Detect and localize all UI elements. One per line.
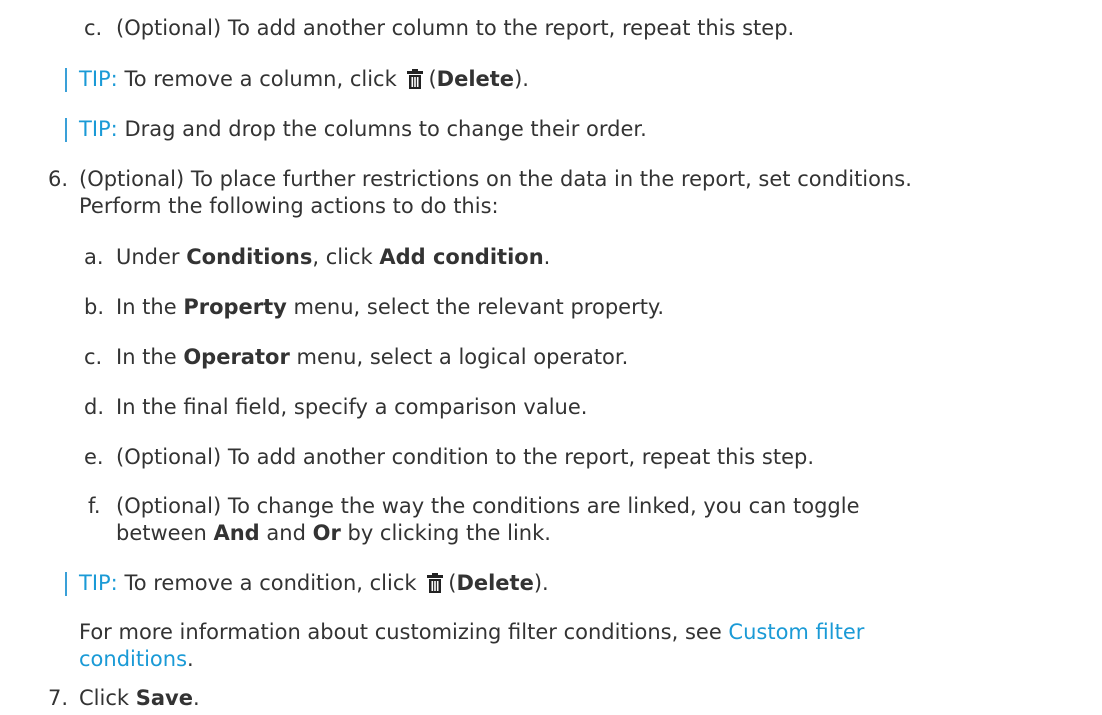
tip-drag-columns: TIP: Drag and drop the columns to change… bbox=[79, 117, 647, 141]
step-b-property: In the Property menu, select the relevan… bbox=[116, 295, 665, 319]
list-marker: c. bbox=[84, 16, 103, 40]
list-marker: 6. bbox=[48, 167, 69, 191]
step-6-line1: (Optional) To place further restrictions… bbox=[79, 167, 912, 191]
delete-label: Delete bbox=[436, 67, 515, 91]
custom-filter-link[interactable]: Custom filter bbox=[728, 620, 864, 644]
tip-label: TIP: bbox=[79, 67, 118, 91]
tip-remove-condition: TIP: To remove a condition, click (Delet… bbox=[79, 571, 549, 595]
tip-bar bbox=[65, 572, 67, 596]
trash-icon bbox=[427, 573, 444, 593]
list-marker: d. bbox=[84, 395, 105, 419]
tip-label: TIP: bbox=[79, 117, 118, 141]
step-6-line2: Perform the following actions to do this… bbox=[79, 194, 499, 218]
info-line1: For more information about customizing f… bbox=[79, 620, 865, 644]
list-marker: 7. bbox=[48, 686, 69, 710]
step-a-add-condition: Under Conditions, click Add condition. bbox=[116, 245, 551, 269]
tip-bar bbox=[65, 118, 67, 142]
info-line2: conditions. bbox=[79, 647, 194, 671]
trash-icon bbox=[407, 69, 424, 89]
step-d-comparison: In the final field, specify a comparison… bbox=[116, 395, 588, 419]
custom-filter-link-cont[interactable]: conditions bbox=[79, 647, 187, 671]
step-c-add-column: (Optional) To add another column to the … bbox=[116, 16, 795, 40]
list-marker: f. bbox=[88, 494, 101, 518]
step-c-operator: In the Operator menu, select a logical o… bbox=[116, 345, 629, 369]
tip-remove-column: TIP: To remove a column, click (Delete). bbox=[79, 67, 529, 91]
list-marker: c. bbox=[84, 345, 103, 369]
step-7-save: Click Save. bbox=[79, 686, 200, 710]
step-f-line2: between And and Or by clicking the link. bbox=[116, 521, 551, 545]
list-marker: b. bbox=[84, 295, 105, 319]
tip-bar bbox=[65, 68, 67, 92]
delete-label: Delete bbox=[456, 571, 534, 595]
step-e-add-condition: (Optional) To add another condition to t… bbox=[116, 445, 815, 469]
tip-label: TIP: bbox=[79, 571, 118, 595]
list-marker: a. bbox=[84, 245, 104, 269]
list-marker: e. bbox=[84, 445, 104, 469]
step-f-line1: (Optional) To change the way the conditi… bbox=[116, 494, 860, 518]
